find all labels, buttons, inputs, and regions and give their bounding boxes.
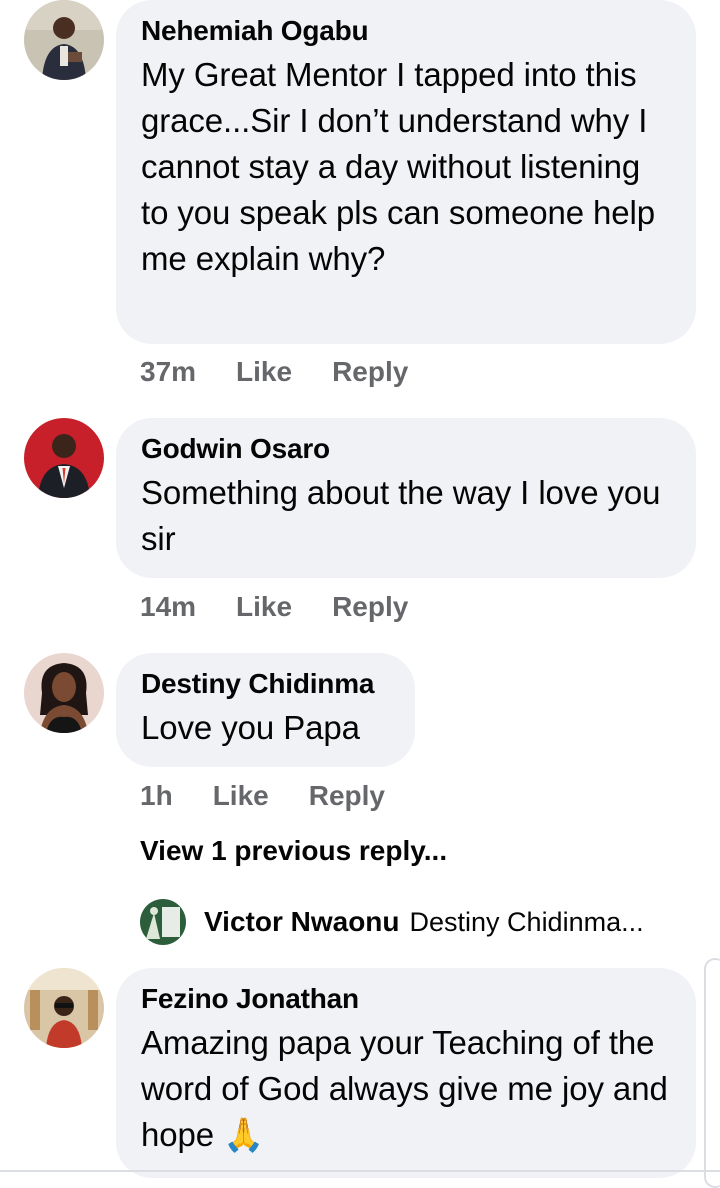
reply-button[interactable]: Reply <box>332 356 408 388</box>
divider <box>0 1170 720 1172</box>
timestamp[interactable]: 14m <box>140 591 196 623</box>
timestamp[interactable]: 37m <box>140 356 196 388</box>
like-button[interactable]: Like <box>236 356 292 388</box>
comment-author[interactable]: Destiny Chidinma <box>141 667 389 701</box>
comment-author[interactable]: Nehemiah Ogabu <box>141 14 670 48</box>
comment-bubble: Destiny Chidinma Love you Papa <box>116 653 415 767</box>
like-button[interactable]: Like <box>236 591 292 623</box>
avatar[interactable] <box>24 653 104 733</box>
praying-hands-icon: 🙏 <box>223 1116 265 1153</box>
reply-snippet: Destiny Chidinma... <box>409 906 644 937</box>
like-button[interactable]: Like <box>213 780 269 812</box>
side-panel-edge <box>704 958 720 1188</box>
reply-button[interactable]: Reply <box>332 591 408 623</box>
comment-text: My Great Mentor I tapped into this grace… <box>141 56 656 277</box>
comment-actions: 14m Like Reply <box>140 591 408 623</box>
comment-actions: 37m Like Reply <box>140 356 408 388</box>
comment-author[interactable]: Godwin Osaro <box>141 432 670 466</box>
avatar[interactable] <box>24 0 104 80</box>
comment-actions: 1h Like Reply <box>140 780 385 812</box>
comment-bubble: Fezino Jonathan Amazing papa your Teachi… <box>116 968 696 1178</box>
avatar[interactable] <box>24 418 104 498</box>
reply-author[interactable]: Victor Nwaonu <box>204 906 400 938</box>
timestamp[interactable]: 1h <box>140 780 173 812</box>
reply-preview[interactable]: Victor Nwaonu Destiny Chidinma... <box>140 896 644 948</box>
comment-bubble: Nehemiah Ogabu My Great Mentor I tapped … <box>116 0 696 344</box>
comment-text: Amazing papa your Teaching of the word o… <box>141 1020 670 1158</box>
reply-button[interactable]: Reply <box>309 780 385 812</box>
view-previous-replies-link[interactable]: View 1 previous reply... <box>140 835 447 867</box>
avatar[interactable] <box>24 968 104 1048</box>
comment-text: Something about the way I love you sir <box>141 474 661 557</box>
comment-bubble: Godwin Osaro Something about the way I l… <box>116 418 696 578</box>
comment-author[interactable]: Fezino Jonathan <box>141 982 670 1016</box>
comment-text: Love you Papa <box>141 709 360 746</box>
avatar[interactable] <box>140 899 186 945</box>
comment-text-body: Amazing papa your Teaching of the word o… <box>141 1024 668 1153</box>
